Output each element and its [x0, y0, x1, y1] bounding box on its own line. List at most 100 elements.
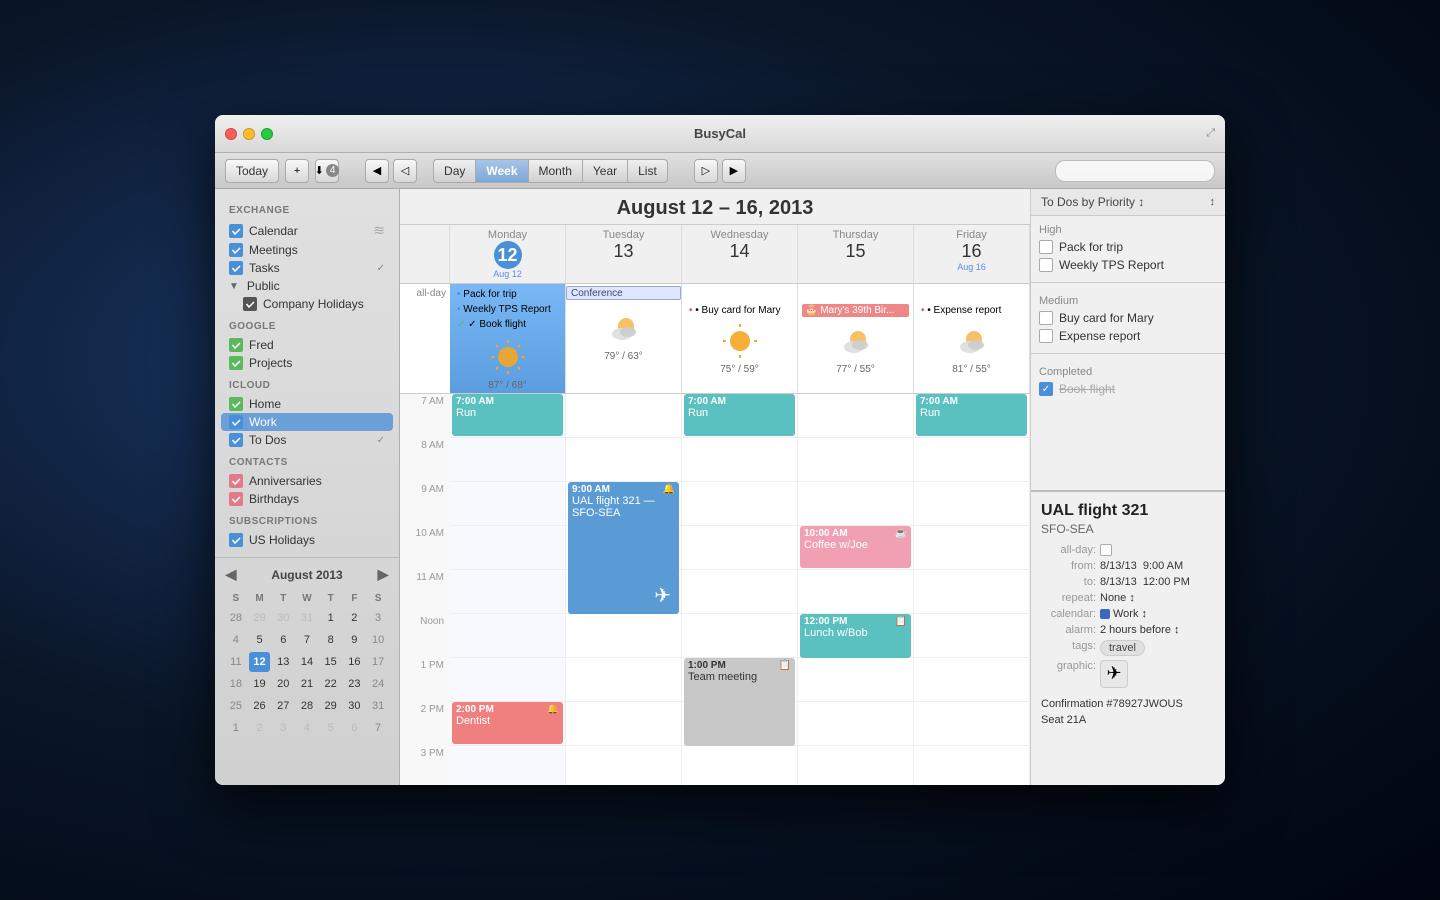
event-dentist[interactable]: 2:00 PM Dentist 🔔: [452, 702, 563, 744]
mini-cal-day[interactable]: 6: [344, 718, 366, 738]
mini-cal-day[interactable]: 23: [344, 674, 366, 694]
allday-event-birthday[interactable]: 🎂 Mary's 39th Bir...: [802, 304, 909, 317]
todo-checkbox-pack[interactable]: [1039, 240, 1053, 254]
mini-cal-day[interactable]: 31: [367, 696, 389, 716]
event-run-wednesday[interactable]: 7:00 AM Run: [684, 394, 795, 436]
mini-cal-today[interactable]: 12: [249, 652, 271, 672]
sidebar-item-tasks[interactable]: Tasks ✓: [215, 259, 399, 277]
sidebar-item-anniversaries[interactable]: Anniversaries: [215, 472, 399, 490]
nav-far-prev[interactable]: ◀: [365, 159, 389, 183]
mini-cal-day[interactable]: 13: [272, 652, 294, 672]
mini-cal-day[interactable]: 29: [320, 696, 342, 716]
mini-cal-day[interactable]: 26: [249, 696, 271, 716]
maximize-button[interactable]: [261, 128, 273, 140]
mini-cal-day[interactable]: 21: [296, 674, 318, 694]
sidebar-item-public[interactable]: ▼ Public: [215, 277, 399, 295]
todo-book-flight[interactable]: ✓ Book flight: [1039, 380, 1217, 398]
sidebar-item-calendar[interactable]: Calendar ≋: [215, 220, 399, 241]
mini-cal-day[interactable]: 18: [225, 674, 247, 694]
mini-cal-day[interactable]: 9: [344, 630, 366, 650]
allday-event-book-flight[interactable]: ✓ Book flight: [454, 318, 561, 331]
mini-cal-day[interactable]: 14: [296, 652, 318, 672]
mini-cal-day[interactable]: 7: [296, 630, 318, 650]
sidebar-item-company-holidays[interactable]: Company Holidays: [215, 295, 399, 313]
mini-cal-day[interactable]: 20: [272, 674, 294, 694]
event-ual-flight[interactable]: 9:00 AM 🔔 UAL flight 321 —SFO-SEA ✈: [568, 482, 679, 614]
mini-cal-day[interactable]: 31: [296, 608, 318, 628]
mini-cal-day[interactable]: 8: [320, 630, 342, 650]
view-week[interactable]: Week: [476, 159, 528, 183]
mini-cal-day[interactable]: 1: [225, 718, 247, 738]
todo-expense[interactable]: Expense report: [1039, 327, 1217, 345]
sidebar-item-work[interactable]: Work: [221, 413, 393, 431]
view-list[interactable]: List: [628, 159, 668, 183]
todo-pack-trip[interactable]: Pack for trip: [1039, 238, 1217, 256]
mini-cal-day[interactable]: 7: [367, 718, 389, 738]
mini-cal-day[interactable]: 30: [272, 608, 294, 628]
nav-next[interactable]: ▷: [694, 159, 718, 183]
mini-cal-day[interactable]: 10: [367, 630, 389, 650]
sidebar-item-us-holidays[interactable]: US Holidays: [215, 531, 399, 549]
add-button[interactable]: +: [285, 159, 309, 183]
sidebar-item-home[interactable]: Home: [215, 395, 399, 413]
mini-cal-day[interactable]: 1: [320, 608, 342, 628]
view-year[interactable]: Year: [583, 159, 628, 183]
today-button[interactable]: Today: [225, 159, 279, 183]
todos-sort-button[interactable]: ↕: [1210, 196, 1216, 208]
todo-checkbox-expense[interactable]: [1039, 329, 1053, 343]
mini-cal-day[interactable]: 5: [320, 718, 342, 738]
allday-event-weekly-tps[interactable]: Weekly TPS Report: [454, 303, 561, 316]
allday-event-pack-for-trip[interactable]: Pack for trip: [454, 288, 561, 301]
mini-cal-day[interactable]: 5: [249, 630, 271, 650]
todo-checkbox-flight[interactable]: ✓: [1039, 382, 1053, 396]
mini-cal-day[interactable]: 3: [272, 718, 294, 738]
share-button[interactable]: ⬇4: [315, 159, 339, 183]
event-lunch[interactable]: 12:00 PM 📋 Lunch w/Bob: [800, 614, 911, 658]
allday-event-buy-card[interactable]: • Buy card for Mary: [686, 304, 793, 317]
todo-weekly-tps[interactable]: Weekly TPS Report: [1039, 256, 1217, 274]
sidebar-item-projects[interactable]: Projects: [215, 354, 399, 372]
mini-cal-day[interactable]: 17: [367, 652, 389, 672]
mini-cal-day[interactable]: 24: [367, 674, 389, 694]
mini-cal-day[interactable]: 4: [225, 630, 247, 650]
minimize-button[interactable]: [243, 128, 255, 140]
mini-cal-day[interactable]: 2: [344, 608, 366, 628]
mini-cal-day[interactable]: 11: [225, 652, 247, 672]
mini-cal-day[interactable]: 30: [344, 696, 366, 716]
mini-cal-day[interactable]: 16: [344, 652, 366, 672]
view-month[interactable]: Month: [529, 159, 583, 183]
todo-checkbox-tps[interactable]: [1039, 258, 1053, 272]
event-run-monday[interactable]: 7:00 AM Run: [452, 394, 563, 436]
mini-cal-day[interactable]: 27: [272, 696, 294, 716]
mini-cal-day[interactable]: 25: [225, 696, 247, 716]
mini-cal-day[interactable]: 29: [249, 608, 271, 628]
sidebar-item-todos[interactable]: To Dos ✓: [215, 431, 399, 449]
event-team-meeting[interactable]: 1:00 PM 📋 Team meeting: [684, 658, 795, 746]
mini-cal-day[interactable]: 19: [249, 674, 271, 694]
todo-buy-card[interactable]: Buy card for Mary: [1039, 309, 1217, 327]
mini-cal-next[interactable]: ▶: [375, 566, 391, 583]
expand-icon[interactable]: ⤢: [1206, 127, 1215, 140]
todo-checkbox-card[interactable]: [1039, 311, 1053, 325]
graphic-plane-icon[interactable]: ✈: [1100, 660, 1128, 688]
view-day[interactable]: Day: [433, 159, 476, 183]
sidebar-item-fred[interactable]: Fred: [215, 336, 399, 354]
mini-cal-prev[interactable]: ◀: [223, 566, 239, 583]
detail-allday-checkbox[interactable]: [1100, 544, 1112, 556]
mini-cal-day[interactable]: 28: [296, 696, 318, 716]
mini-cal-day[interactable]: 28: [225, 608, 247, 628]
event-coffee[interactable]: 10:00 AM ☕ Coffee w/Joe: [800, 526, 911, 568]
mini-cal-day[interactable]: 22: [320, 674, 342, 694]
mini-cal-day[interactable]: 2: [249, 718, 271, 738]
search-input[interactable]: [1055, 160, 1215, 182]
mini-cal-day[interactable]: 4: [296, 718, 318, 738]
event-run-friday[interactable]: 7:00 AM Run: [916, 394, 1027, 436]
tag-badge-travel[interactable]: travel: [1100, 640, 1145, 656]
sidebar-item-meetings[interactable]: Meetings: [215, 241, 399, 259]
nav-far-next[interactable]: ▶: [722, 159, 746, 183]
allday-event-expense[interactable]: • Expense report: [918, 304, 1025, 317]
close-button[interactable]: [225, 128, 237, 140]
mini-cal-day[interactable]: 15: [320, 652, 342, 672]
sidebar-item-birthdays[interactable]: Birthdays: [215, 490, 399, 508]
mini-cal-day[interactable]: 3: [367, 608, 389, 628]
